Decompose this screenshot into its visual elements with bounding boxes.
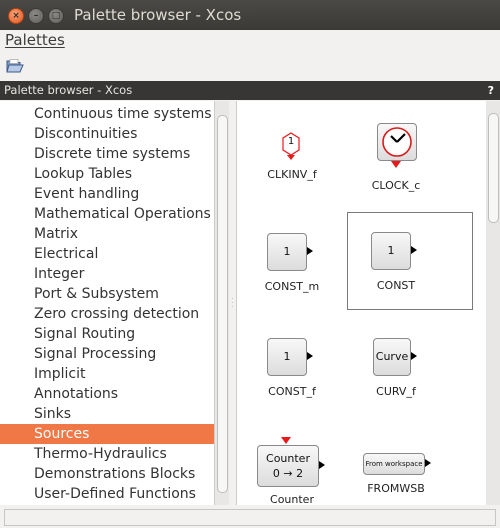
tree-item-demonstrations[interactable]: Demonstrations Blocks — [0, 464, 214, 484]
tree-item-label: Signal Processing — [34, 346, 157, 362]
output-port-icon — [307, 247, 313, 255]
tree-item-sinks[interactable]: Sinks — [0, 404, 214, 424]
help-button[interactable]: ? — [488, 81, 494, 100]
block-label: CURV_f — [376, 385, 416, 398]
window-title: Palette browser - Xcos — [74, 6, 242, 24]
block-label: CLOCK_c — [371, 179, 421, 192]
tree-item-label: Discontinuities — [34, 126, 138, 142]
tree-item-label: Lookup Tables — [34, 166, 133, 182]
tree-item-label: Discrete time systems — [34, 146, 191, 162]
tree-item-zero-crossing[interactable]: Zero crossing detection — [0, 304, 214, 324]
clock-icon — [382, 127, 412, 157]
splitter-grip-icon: · · · — [231, 296, 234, 311]
output-port-icon — [411, 352, 417, 360]
block-label: Counter — [270, 493, 314, 505]
tree-item-user-defined[interactable]: User-Defined Functions — [0, 484, 214, 504]
counter-box: Counter 0 → 2 — [257, 445, 319, 487]
tree-item-label: Sources — [34, 426, 90, 442]
block-label: CONST_f — [268, 385, 316, 398]
counter-glyph-line1: Counter — [266, 452, 310, 465]
tree-item-port-subsystem[interactable]: Port & Subsystem — [0, 284, 214, 304]
tree-item-label: User-Defined Functions — [34, 486, 196, 502]
tree-item-label: Demonstrations Blocks — [34, 466, 196, 482]
palette-tree: Continuous time systems Discontinuities … — [0, 101, 215, 505]
clkinv-glyph: 1 — [287, 136, 295, 147]
menu-palettes[interactable]: Palettes — [5, 30, 65, 50]
output-port-icon — [307, 352, 313, 360]
event-input-port-icon — [281, 437, 291, 444]
close-icon: × — [12, 11, 20, 21]
dock-title: Palette browser - Xcos — [4, 83, 133, 97]
const-m-box: 1 — [267, 233, 307, 271]
tree-item-label: Electrical — [34, 246, 99, 262]
tree-item-signal-processing[interactable]: Signal Processing — [0, 344, 214, 364]
event-output-port-icon — [391, 161, 401, 168]
tree-item-label: Event handling — [34, 186, 140, 202]
tree-item-discontinuities[interactable]: Discontinuities — [0, 124, 214, 144]
tree-item-lookup-tables[interactable]: Lookup Tables — [0, 164, 214, 184]
output-port-icon — [425, 459, 431, 467]
tree-item-implicit[interactable]: Implicit — [0, 364, 214, 384]
output-port-icon — [411, 246, 417, 254]
status-bar — [0, 507, 500, 528]
block-label: CONST — [376, 279, 416, 292]
title-bar: × – □ Palette browser - Xcos — [0, 0, 500, 30]
close-window-button[interactable]: × — [8, 8, 24, 24]
const-box: 1 — [371, 232, 411, 270]
tree-item-event-handling[interactable]: Event handling — [0, 184, 214, 204]
block-label: CONST_m — [264, 280, 320, 293]
tree-item-math-operations[interactable]: Mathematical Operations — [0, 204, 214, 224]
palette-scrollbar[interactable] — [486, 101, 500, 505]
palette-scrollbar-thumb[interactable] — [488, 113, 499, 223]
tree-item-label: Port & Subsystem — [34, 286, 159, 302]
menu-bar: Palettes — [0, 30, 500, 50]
tree-item-thermo-hydraulics[interactable]: Thermo-Hydraulics — [0, 444, 214, 464]
tree-item-integer[interactable]: Integer — [0, 264, 214, 284]
tree-item-label: Matrix — [34, 226, 79, 242]
tree-scrollbar-thumb[interactable] — [217, 115, 228, 493]
block-label: FROMWSB — [367, 482, 425, 495]
tree-item-discrete[interactable]: Discrete time systems — [0, 144, 214, 164]
counter-glyph-line2: 0 → 2 — [272, 467, 304, 480]
tree-item-label: Annotations — [34, 386, 119, 402]
tree-item-label: Integer — [34, 266, 85, 282]
tree-item-label: Zero crossing detection — [34, 306, 200, 322]
output-port-icon — [319, 461, 325, 469]
dock-header: Palette browser - Xcos ? — [0, 81, 500, 100]
toolbar — [0, 52, 500, 80]
maximize-window-button[interactable]: □ — [48, 8, 64, 24]
minimize-icon: – — [33, 11, 39, 21]
const-f-box: 1 — [267, 338, 307, 376]
curv-f-box: Curve — [373, 338, 411, 376]
tree-item-annotations[interactable]: Annotations — [0, 384, 214, 404]
tree-item-label: Continuous time systems — [34, 106, 212, 122]
block-label: CLKINV_f — [267, 168, 317, 181]
tree-item-label: Signal Routing — [34, 326, 136, 342]
minimize-window-button[interactable]: – — [28, 8, 44, 24]
tree-item-label: Thermo-Hydraulics — [34, 446, 167, 462]
tree-scrollbar[interactable] — [215, 101, 229, 505]
palette-view: 1 CLKINV_f CLOCK_c 1 CONST_m 1 CONST 1 C… — [236, 101, 487, 505]
tree-item-electrical[interactable]: Electrical — [0, 244, 214, 264]
tree-item-label: Sinks — [34, 406, 72, 422]
tree-item-sources[interactable]: Sources — [0, 424, 214, 444]
tree-item-label: Implicit — [34, 366, 86, 382]
tree-item-signal-routing[interactable]: Signal Routing — [0, 324, 214, 344]
maximize-icon: □ — [51, 11, 61, 21]
tree-item-label: Mathematical Operations — [34, 206, 211, 222]
fromwsb-box: From workspace — [363, 453, 425, 475]
open-folder-icon[interactable] — [6, 58, 24, 74]
tree-item-continuous[interactable]: Continuous time systems — [0, 104, 214, 124]
tree-item-matrix[interactable]: Matrix — [0, 224, 214, 244]
status-field — [4, 509, 496, 526]
